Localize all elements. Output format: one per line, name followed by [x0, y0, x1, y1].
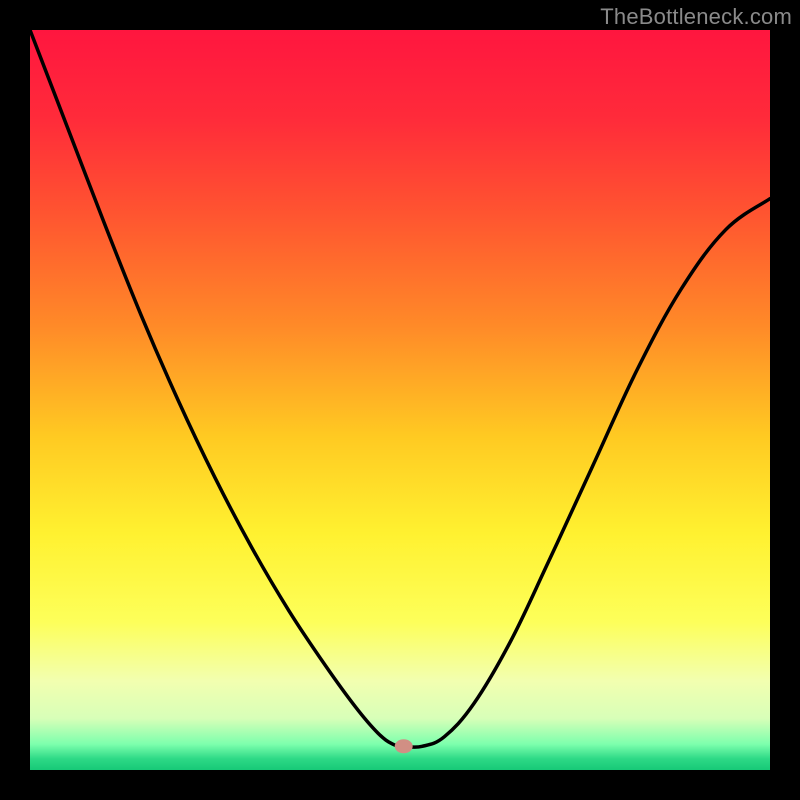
watermark-text: TheBottleneck.com — [600, 4, 792, 30]
chart-container: TheBottleneck.com — [0, 0, 800, 800]
optimal-marker — [395, 739, 413, 753]
chart-svg — [30, 30, 770, 770]
gradient-background — [30, 30, 770, 770]
plot-area — [30, 30, 770, 770]
